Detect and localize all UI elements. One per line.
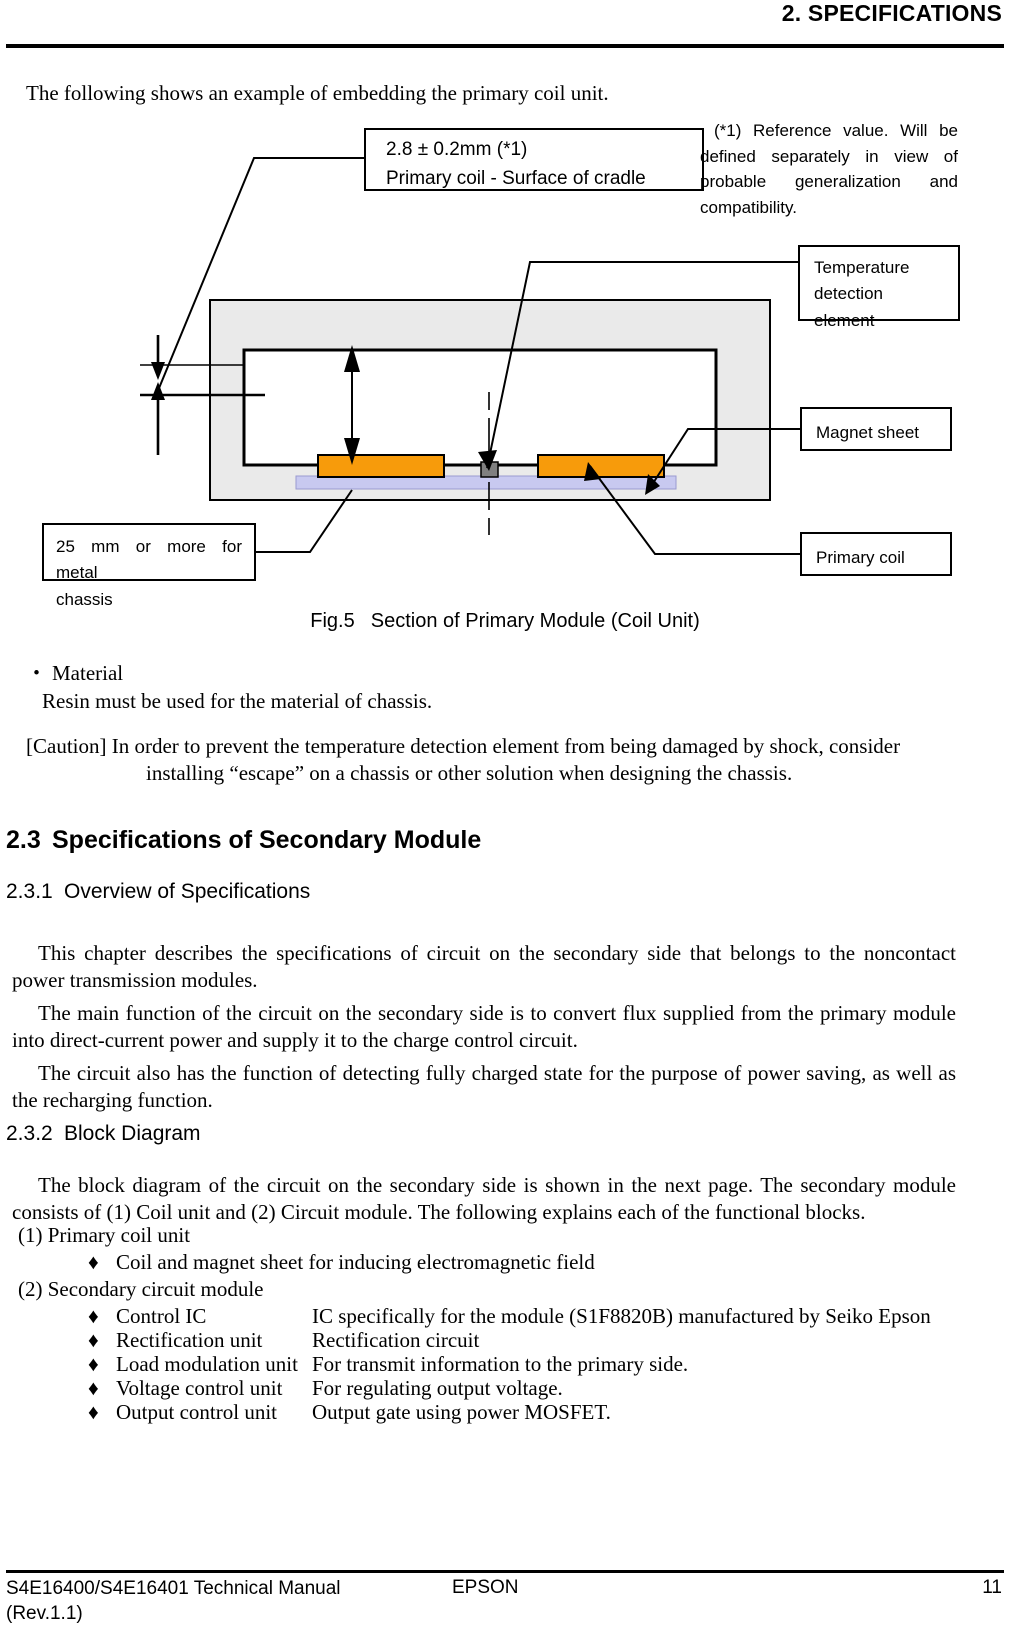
caution-line2: installing “escape” on a chassis or othe… xyxy=(146,760,793,785)
list-group-primary-coil-unit: (1) Primary coil unit xyxy=(18,1223,191,1247)
figure-caption-text: Section of Primary Module (Coil Unit) xyxy=(370,610,700,632)
callout-primary-coil: Primary coil xyxy=(800,532,952,576)
callout-magnet-sheet: Magnet sheet xyxy=(800,407,952,451)
heading-2-3-2: 2.3.2 Block Diagram xyxy=(6,1122,201,1146)
reference-note-text: (*1) Reference value. Will be defined se… xyxy=(700,121,958,217)
footer-brand: EPSON xyxy=(452,1577,519,1598)
list-item: ♦ Coil and magnet sheet for inducing elec… xyxy=(88,1249,595,1276)
bullet-glyph: ♦ xyxy=(88,1400,99,1424)
figure-caption: Fig.5 Section of Primary Module (Coil Uni… xyxy=(0,610,1010,633)
paragraph-2-3-1-c: The circuit also has the function of det… xyxy=(12,1060,956,1115)
list-item-term: Output control unit xyxy=(116,1400,277,1424)
paragraph-2-3-1-c-text: The circuit also has the function of det… xyxy=(12,1061,956,1113)
material-text: Resin must be used for the material of c… xyxy=(42,689,433,713)
header-divider xyxy=(6,44,1004,48)
list-item: ♦ Output control unit Output gate using po… xyxy=(88,1399,611,1426)
footer-divider xyxy=(6,1570,1004,1573)
footer-manual-line2: (Rev.1.1) xyxy=(6,1602,83,1624)
reference-note: (*1) Reference value. Will be defined se… xyxy=(700,118,958,220)
list-item-desc: IC specifically for the module (S1F8820B… xyxy=(312,1304,931,1328)
footer-manual-line1: S4E16400/S4E16401 Technical Manual xyxy=(6,1578,341,1599)
heading-2-3-1-title: Overview of Specifications xyxy=(64,880,311,903)
list-group-secondary-circuit-module: (2) Secondary circuit module xyxy=(18,1277,264,1301)
bullet-glyph: ♦ xyxy=(88,1250,99,1274)
chassis-cavity xyxy=(242,348,718,467)
heading-2-3-2-title: Block Diagram xyxy=(64,1122,201,1145)
list-item-desc: For regulating output voltage. xyxy=(312,1376,563,1400)
material-heading: ・ Material xyxy=(26,660,426,687)
callout-dimension-line1: 2.8 ± 0.2mm (*1) xyxy=(386,139,528,160)
material-heading-text: Material xyxy=(52,661,124,685)
footer-manual-title: S4E16400/S4E16401 Technical Manual (Rev.… xyxy=(6,1577,341,1626)
heading-2-3-1: 2.3.1 Overview of Specifications xyxy=(6,880,310,904)
callout-dimension-box: 2.8 ± 0.2mm (*1) Primary coil - Surface … xyxy=(364,128,704,191)
caution-label: [Caution] xyxy=(26,734,107,758)
list-item-term: Coil and magnet sheet for inducing elect… xyxy=(116,1250,595,1274)
list-item-desc: Output gate using power MOSFET. xyxy=(312,1400,611,1424)
paragraph-2-3-1-a: This chapter describes the specification… xyxy=(12,940,956,995)
list-item-desc: Rectification circuit xyxy=(312,1328,480,1352)
caution-block: [Caution] In order to prevent the temper… xyxy=(26,733,956,786)
heading-2-3-2-number: 2.3.2 xyxy=(6,1122,53,1145)
material-bullet-glyph: ・ xyxy=(26,661,47,685)
list-item-desc: For transmit information to the primary … xyxy=(312,1352,689,1376)
heading-2-3-number: 2.3 xyxy=(6,826,41,854)
paragraph-2-3-2-a: The block diagram of the circuit on the … xyxy=(12,1172,956,1227)
primary-coil-left-shape xyxy=(317,454,445,478)
document-page: 2. SPECIFICATIONS The following shows an… xyxy=(0,0,1010,1624)
callout-dimension-line2: Primary coil - Surface of cradle xyxy=(386,167,646,189)
page-footer: S4E16400/S4E16401 Technical Manual (Rev.… xyxy=(0,1577,1010,1626)
paragraph-2-3-1-b: The main function of the circuit on the … xyxy=(12,1000,956,1055)
callout-metal-chassis: 25 mm or more for metal chassis xyxy=(42,523,256,609)
page-header-title: 2. SPECIFICATIONS xyxy=(781,0,1002,26)
figure-5-diagram: 2.8 ± 0.2mm (*1) Primary coil - Surface … xyxy=(0,110,1010,620)
callout-chassis-line1: 25 mm or more for metal xyxy=(56,537,242,583)
paragraph-2-3-2-a-text: The block diagram of the circuit on the … xyxy=(12,1173,956,1225)
caution-line1: In order to prevent the temperature dete… xyxy=(111,734,901,758)
heading-2-3-title: Specifications of Secondary Module xyxy=(52,826,482,854)
callout-temperature-line2: detection element xyxy=(814,284,883,330)
heading-2-3-1-number: 2.3.1 xyxy=(6,880,53,903)
intro-paragraph: The following shows an example of embedd… xyxy=(26,81,609,105)
paragraph-2-3-1-a-text: This chapter describes the specification… xyxy=(12,941,956,993)
primary-coil-right-shape xyxy=(537,454,665,478)
figure-caption-number: Fig.5 xyxy=(310,610,355,632)
callout-temperature-line1: Temperature xyxy=(814,258,910,277)
callout-temperature-detection-element: Temperature detection element xyxy=(798,245,960,330)
heading-2-3: 2.3 Specifications of Secondary Module xyxy=(6,826,481,855)
footer-page-number: 11 xyxy=(982,1577,1002,1598)
paragraph-2-3-1-b-text: The main function of the circuit on the … xyxy=(12,1001,956,1053)
